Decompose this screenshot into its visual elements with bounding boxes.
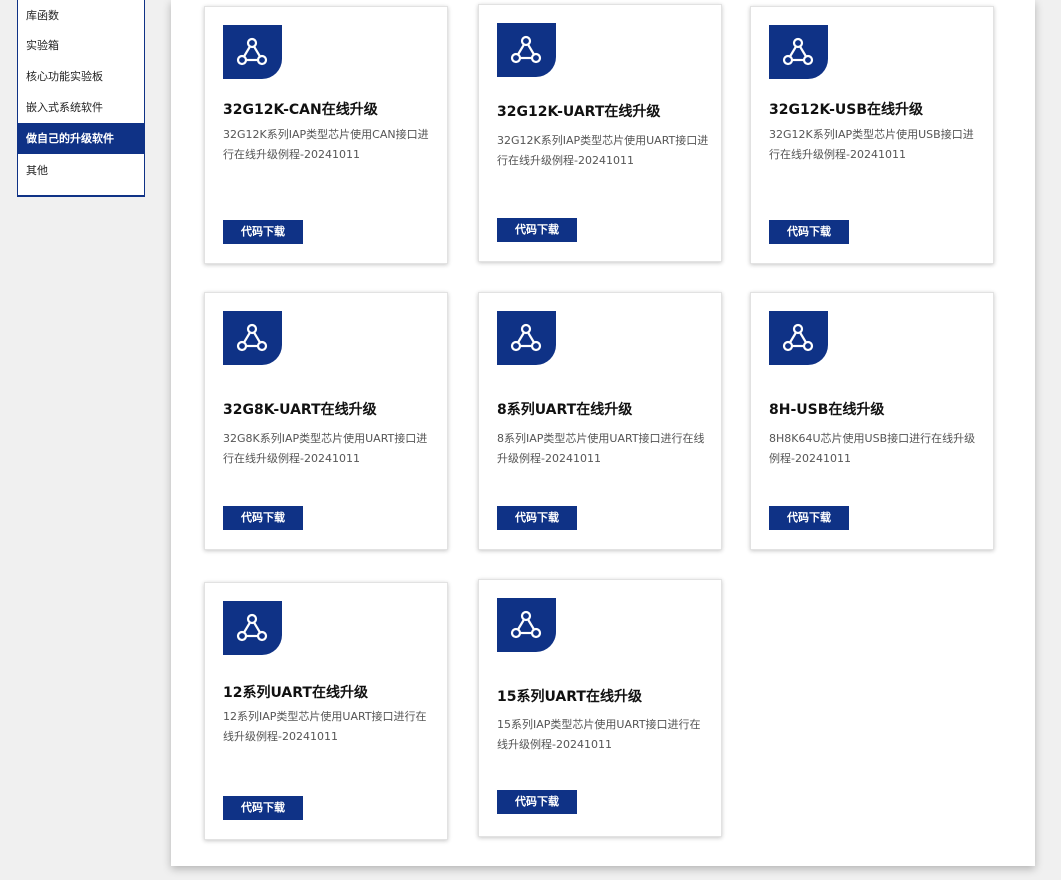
card-description: 32G8K系列IAP类型芯片使用UART接口进行在线升级例程-20241011 (223, 432, 428, 465)
sidebar-item-upgrade-software[interactable]: 做自己的升级软件 (18, 123, 144, 154)
card-description: 8系列IAP类型芯片使用UART接口进行在线升级例程-20241011 (497, 432, 705, 465)
download-code-button[interactable]: 代码下载 (223, 506, 303, 530)
share-nodes-icon (769, 311, 828, 365)
sidebar-item-core-board[interactable]: 核心功能实验板 (18, 61, 144, 92)
card-title: 32G12K-CAN在线升级 (223, 102, 378, 118)
download-code-button[interactable]: 代码下载 (497, 790, 577, 814)
download-code-button[interactable]: 代码下载 (769, 506, 849, 530)
share-nodes-icon (223, 311, 282, 365)
download-code-button[interactable]: 代码下载 (223, 220, 303, 244)
download-code-button[interactable]: 代码下载 (497, 218, 577, 242)
card-description: 32G12K系列IAP类型芯片使用USB接口进行在线升级例程-20241011 (769, 128, 974, 161)
card-title: 12系列UART在线升级 (223, 685, 368, 701)
card-title: 8H-USB在线升级 (769, 402, 885, 418)
main-panel: 32G12K-CAN在线升级 32G12K系列IAP类型芯片使用CAN接口进行在… (171, 0, 1035, 866)
card-title: 15系列UART在线升级 (497, 689, 642, 705)
card-title: 8系列UART在线升级 (497, 402, 633, 418)
product-card: 8系列UART在线升级 8系列IAP类型芯片使用UART接口进行在线升级例程-2… (478, 292, 722, 550)
product-card: 15系列UART在线升级 15系列IAP类型芯片使用UART接口进行在线升级例程… (478, 579, 722, 837)
card-description: 15系列IAP类型芯片使用UART接口进行在线升级例程-20241011 (497, 718, 701, 751)
sidebar-item-embedded-software[interactable]: 嵌入式系统软件 (18, 92, 144, 123)
share-nodes-icon (223, 25, 282, 79)
share-nodes-icon (497, 598, 556, 652)
sidebar-item-library[interactable]: 库函数 (18, 0, 144, 31)
product-card: 32G12K-UART在线升级 32G12K系列IAP类型芯片使用UART接口进… (478, 4, 722, 262)
card-description: 12系列IAP类型芯片使用UART接口进行在线升级例程-20241011 (223, 710, 427, 743)
sidebar-item-experiment-box[interactable]: 实验箱 (18, 30, 144, 61)
download-code-button[interactable]: 代码下载 (497, 506, 577, 530)
download-code-button[interactable]: 代码下载 (769, 220, 849, 244)
share-nodes-icon (223, 601, 282, 655)
card-description: 32G12K系列IAP类型芯片使用UART接口进行在线升级例程-20241011 (497, 134, 709, 167)
card-title: 32G12K-UART在线升级 (497, 104, 661, 120)
product-card: 12系列UART在线升级 12系列IAP类型芯片使用UART接口进行在线升级例程… (204, 582, 448, 840)
card-description: 8H8K64U芯片使用USB接口进行在线升级例程-20241011 (769, 432, 976, 465)
card-description: 32G12K系列IAP类型芯片使用CAN接口进行在线升级例程-20241011 (223, 128, 429, 161)
product-card: 32G8K-UART在线升级 32G8K系列IAP类型芯片使用UART接口进行在… (204, 292, 448, 550)
product-card: 32G12K-CAN在线升级 32G12K系列IAP类型芯片使用CAN接口进行在… (204, 6, 448, 264)
share-nodes-icon (497, 23, 556, 77)
card-title: 32G8K-UART在线升级 (223, 402, 377, 418)
card-title: 32G12K-USB在线升级 (769, 102, 924, 118)
product-card: 32G12K-USB在线升级 32G12K系列IAP类型芯片使用USB接口进行在… (750, 6, 994, 264)
share-nodes-icon (497, 311, 556, 365)
sidebar-menu: 库函数 实验箱 核心功能实验板 嵌入式系统软件 做自己的升级软件 其他 (17, 0, 145, 197)
product-card: 8H-USB在线升级 8H8K64U芯片使用USB接口进行在线升级例程-2024… (750, 292, 994, 550)
download-code-button[interactable]: 代码下载 (223, 796, 303, 820)
share-nodes-icon (769, 25, 828, 79)
sidebar-item-other[interactable]: 其他 (18, 155, 144, 186)
